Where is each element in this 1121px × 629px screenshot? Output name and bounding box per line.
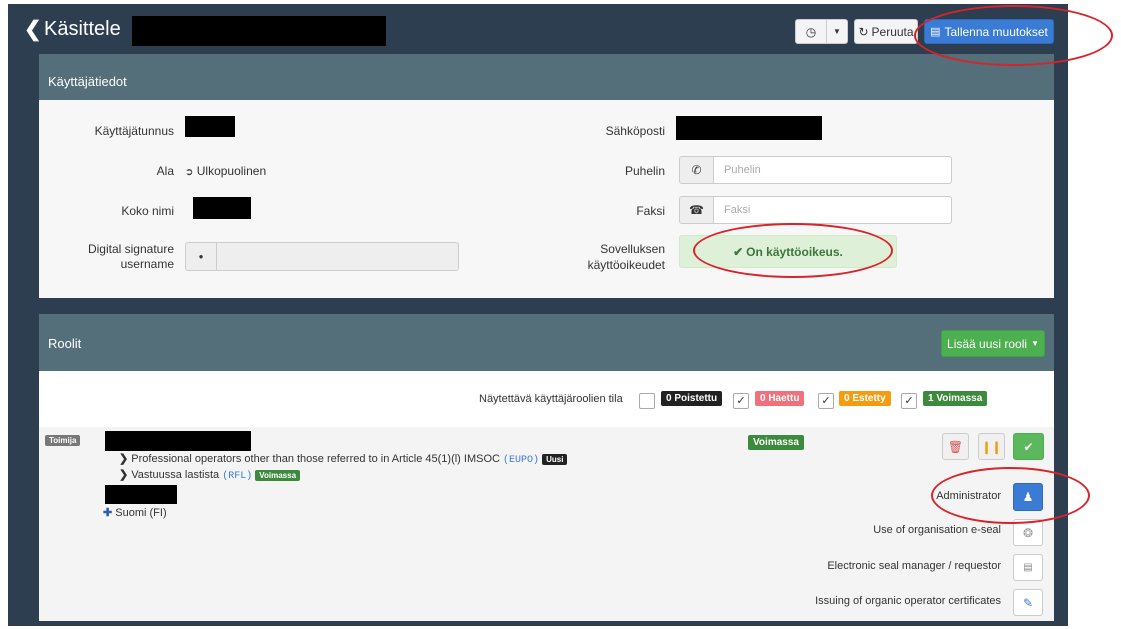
filter-badge-blocked: 0 Estetty <box>839 391 891 406</box>
approve-role-button[interactable]: ✔ <box>1013 433 1044 460</box>
user-info-panel-title: Käyttäjätiedot <box>48 74 127 89</box>
role-country-text: Suomi (FI) <box>115 507 167 519</box>
history-button[interactable]: ◷ <box>795 19 827 44</box>
role-item-rfl-badge: Voimassa <box>255 470 301 481</box>
filter-checkbox-deleted[interactable] <box>639 393 655 409</box>
finland-flag-icon: ✚ <box>103 507 113 519</box>
digsig-label-line-1: Digital signature <box>87 242 174 256</box>
permission-eseal-manager-label: Electronic seal manager / requestor <box>827 560 1001 572</box>
sign-out-icon: ➲ <box>185 167 194 178</box>
permission-eseal-label: Use of organisation e-seal <box>873 524 1001 536</box>
fullname-label: Koko nimi <box>121 204 174 218</box>
filter-badge-deleted: 0 Poistettu <box>661 391 723 406</box>
fax-label: Faksi <box>636 204 665 218</box>
area-value: ➲ Ulkopuolinen <box>185 164 266 178</box>
email-label: Sähköposti <box>605 124 665 138</box>
role-item-rfl-text: Vastuussa lastista <box>131 469 220 481</box>
annotation-circle-access <box>693 223 893 278</box>
user-info-panel-header: Käyttäjätiedot <box>39 54 1054 100</box>
check-icon: ✔ <box>1023 439 1034 454</box>
redacted-fullname <box>193 197 251 219</box>
permission-eseal-manager-toggle[interactable]: ▤ <box>1013 554 1043 581</box>
phone-label: Puhelin <box>624 164 665 178</box>
app-frame: ❮ Käsittele ◷ ▼ ↻ Peruuta ▤ Tallenna muu… <box>8 4 1068 626</box>
digsig-label-line-2: username <box>120 257 174 271</box>
caret-down-icon: ▼ <box>1031 339 1039 348</box>
role-status-badge: Voimassa <box>748 435 804 450</box>
annotation-circle-administrator <box>931 467 1090 524</box>
chevron-right-icon: ❯ <box>119 469 129 481</box>
trash-icon: 🗑 <box>947 439 964 454</box>
redacted-email <box>676 116 822 140</box>
role-filter-label: Näytettävä käyttäjäroolien tila <box>479 393 623 405</box>
area-value-text: Ulkopuolinen <box>196 164 267 178</box>
redacted-organisation <box>105 431 251 451</box>
cancel-label: Peruuta <box>871 24 914 39</box>
redacted-user-detail <box>105 485 177 504</box>
permission-certificates-toggle[interactable]: ✎ <box>1013 589 1043 616</box>
digsig-label: Digital signature username <box>59 242 174 272</box>
add-role-button[interactable]: Lisää uusi rooli ▼ <box>941 330 1045 357</box>
annotation-circle-save <box>914 5 1113 66</box>
pause-icon: ❙❙ <box>981 439 1002 454</box>
pause-role-button[interactable]: ❙❙ <box>978 433 1005 460</box>
access-label: Sovelluksen käyttöoikeudet <box>519 241 665 273</box>
filter-checkbox-applied[interactable]: ✓ <box>733 393 749 409</box>
undo-icon: ↻ <box>858 24 869 39</box>
digsig-addon-icon: ● <box>185 242 217 271</box>
id-card-icon: ▤ <box>1023 562 1033 573</box>
roles-panel-title: Roolit <box>48 336 82 351</box>
digsig-username-input[interactable] <box>216 242 459 271</box>
role-type-badge: Toimija <box>45 435 81 446</box>
role-item-rfl[interactable]: ❯ Vastuussa lastista (RFL) Voimassa <box>119 468 301 482</box>
username-label: Käyttäjätunnus <box>94 124 174 138</box>
roles-panel-header: Roolit Lisää uusi rooli ▼ <box>39 314 1054 371</box>
pencil-icon: ✎ <box>1022 595 1034 610</box>
fax-placeholder: Faksi <box>724 204 751 216</box>
page-title: Käsittele <box>44 18 121 40</box>
cancel-button[interactable]: ↻ Peruuta <box>854 19 918 44</box>
user-info-panel-body: Käyttäjätunnus Sähköposti Ala ➲ Ulkopuol… <box>39 100 1054 298</box>
phone-icon: ✆ <box>679 156 714 184</box>
role-country: ✚ Suomi (FI) <box>103 506 167 519</box>
role-item-eupo-text: Professional operators other than those … <box>131 453 500 465</box>
fax-icon: ☎ <box>679 196 714 224</box>
role-item-rfl-code: (RFL) <box>222 471 253 482</box>
clock-icon: ◷ <box>805 24 817 39</box>
role-row: Toimija Voimassa 🗑 ❙❙ ✔ ❯ Professional o… <box>39 427 1054 621</box>
access-label-line-2: käyttöoikeudet <box>587 258 665 272</box>
redacted-title <box>132 16 386 46</box>
delete-role-button[interactable]: 🗑 <box>942 433 969 460</box>
chevron-right-icon: ❯ <box>119 453 129 465</box>
chevron-left-icon[interactable]: ❮ <box>24 17 42 42</box>
seal-icon: ❂ <box>1022 525 1034 540</box>
access-label-line-1: Sovelluksen <box>600 242 665 256</box>
phone-placeholder: Puhelin <box>724 164 761 176</box>
filter-checkbox-blocked[interactable]: ✓ <box>818 393 834 409</box>
filter-badge-applied: 0 Haettu <box>755 391 805 406</box>
add-role-label: Lisää uusi rooli <box>947 336 1028 351</box>
role-item-eupo[interactable]: ❯ Professional operators other than thos… <box>119 452 568 466</box>
permission-certificates-label: Issuing of organic operator certificates <box>815 595 1001 607</box>
fax-input[interactable]: Faksi <box>713 196 952 224</box>
role-item-eupo-code: (EUPO) <box>503 455 540 466</box>
redacted-username <box>185 116 235 137</box>
filter-checkbox-active[interactable]: ✓ <box>901 393 917 409</box>
filter-badge-active: 1 Voimassa <box>923 391 988 406</box>
role-item-eupo-badge: Uusi <box>542 454 568 465</box>
caret-down-icon: ▼ <box>833 27 841 36</box>
roles-panel-body: Näytettävä käyttäjäroolien tila 0 Poiste… <box>39 371 1054 621</box>
phone-input[interactable]: Puhelin <box>713 156 952 184</box>
history-dropdown-button[interactable]: ▼ <box>826 19 848 44</box>
page-header: ❮ Käsittele ◷ ▼ ↻ Peruuta ▤ Tallenna muu… <box>8 4 1068 56</box>
area-label: Ala <box>156 164 174 178</box>
